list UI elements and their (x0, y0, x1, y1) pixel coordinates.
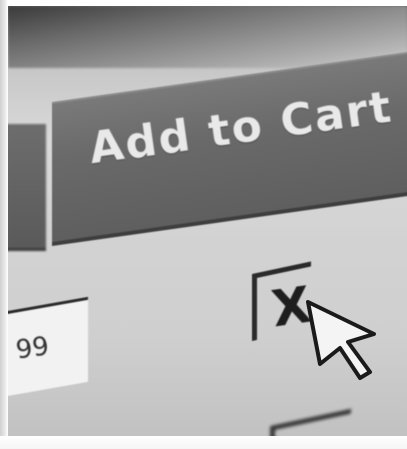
adjacent-button[interactable] (8, 124, 46, 251)
photo-border (0, 0, 8, 449)
arrow-cursor-icon (306, 300, 376, 380)
screen-top-bevel (8, 6, 407, 68)
photo-border-bottom (0, 436, 407, 449)
price-value: 99 (14, 331, 51, 366)
photo-frame: Add to Cart 99 X (0, 0, 407, 449)
monitor-screen: Add to Cart 99 X (8, 6, 407, 446)
